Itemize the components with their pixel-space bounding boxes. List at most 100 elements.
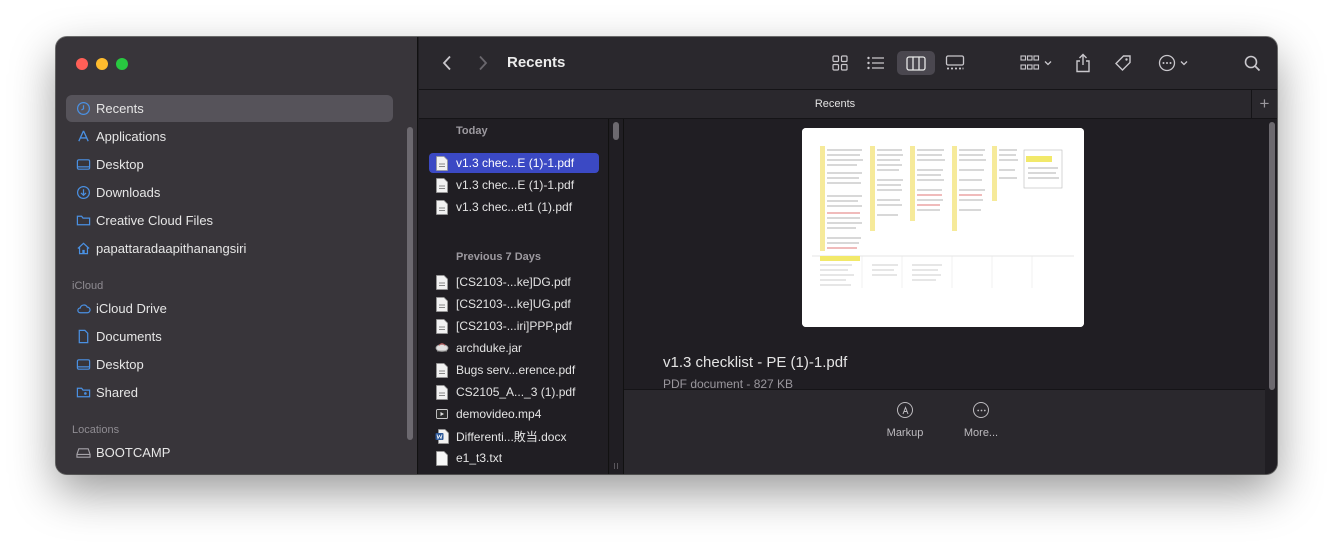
- sidebar-item-icloud-drive[interactable]: iCloud Drive: [66, 295, 393, 322]
- search-icon: [1244, 55, 1261, 72]
- action-menu-button[interactable]: [1153, 51, 1193, 75]
- list-view-button[interactable]: [862, 51, 890, 75]
- window-controls: [76, 58, 128, 70]
- preview-filename: v1.3 checklist - PE (1)-1.pdf: [663, 354, 848, 371]
- text-file-icon: [435, 450, 449, 466]
- list-icon: [867, 56, 885, 70]
- file-row[interactable]: [CS2103-...iri]PPP.pdf: [429, 316, 599, 336]
- file-name: [CS2103-...iri]PPP.pdf: [456, 319, 572, 333]
- sidebar-item-label: Downloads: [96, 185, 161, 200]
- file-name: Differenti...敗当.docx: [456, 429, 567, 444]
- sidebar-item-icloud-desktop[interactable]: Desktop: [66, 351, 393, 378]
- plus-icon: +: [1259, 94, 1270, 113]
- group-by-button[interactable]: [1015, 51, 1057, 75]
- sidebar-item-documents[interactable]: Documents: [66, 323, 393, 350]
- grid-icon: [832, 55, 848, 71]
- sidebar: Recents Applications Desktop Downloads C…: [56, 37, 418, 474]
- document-thumbnail: [802, 128, 1084, 327]
- ellipsis-circle-icon: [1158, 54, 1176, 72]
- more-icon: [973, 402, 989, 418]
- sidebar-item-downloads[interactable]: Downloads: [66, 179, 393, 206]
- close-button[interactable]: [76, 58, 88, 70]
- group-grid-icon: [1020, 55, 1040, 71]
- finder-window: Recents Applications Desktop Downloads C…: [56, 37, 1277, 474]
- sidebar-item-label: BOOTCAMP: [96, 445, 171, 460]
- file-row[interactable]: v1.3 chec...E (1)-1.pdf: [429, 153, 599, 173]
- search-button[interactable]: [1240, 51, 1264, 75]
- chevron-down-icon: [1180, 60, 1188, 66]
- file-row[interactable]: [CS2103-...ke]DG.pdf: [429, 272, 599, 292]
- sidebar-item-creative-cloud-files[interactable]: Creative Cloud Files: [66, 207, 393, 234]
- file-row[interactable]: [CS2103-...ke]UG.pdf: [429, 294, 599, 314]
- gallery-view-button[interactable]: [941, 51, 969, 75]
- tab-recents[interactable]: Recents: [419, 98, 1251, 110]
- tag-icon: [1114, 54, 1132, 72]
- download-icon: [75, 185, 91, 201]
- sidebar-item-label: Desktop: [96, 357, 144, 372]
- back-button[interactable]: [437, 51, 457, 75]
- file-row[interactable]: v1.3 chec...et1 (1).pdf: [429, 197, 599, 217]
- pdf-file-icon: [435, 177, 449, 193]
- file-row[interactable]: archduke.jar: [429, 338, 599, 358]
- preview-actions: Markup More...: [624, 390, 1265, 474]
- sidebar-section-icloud: iCloud: [72, 280, 104, 292]
- file-name: [CS2103-...ke]UG.pdf: [456, 297, 571, 311]
- clock-icon: [75, 101, 91, 117]
- file-name: v1.3 chec...E (1)-1.pdf: [456, 178, 575, 192]
- file-row[interactable]: v1.3 chec...E (1)-1.pdf: [429, 175, 599, 195]
- sidebar-item-shared[interactable]: Shared: [66, 379, 393, 406]
- sidebar-item-applications[interactable]: Applications: [66, 123, 393, 150]
- file-name: demovideo.mp4: [456, 407, 542, 421]
- window-title: Recents: [507, 54, 566, 71]
- file-row[interactable]: demovideo.mp4: [429, 404, 599, 424]
- sidebar-item-label: Documents: [96, 329, 162, 344]
- column-view-button[interactable]: [897, 51, 935, 75]
- folder-icon: [75, 213, 91, 229]
- minimize-button[interactable]: [96, 58, 108, 70]
- sidebar-item-recents[interactable]: Recents: [66, 95, 393, 122]
- pdf-file-icon: [435, 318, 449, 334]
- toolbar: Recents: [419, 37, 1277, 89]
- home-icon: [75, 241, 91, 257]
- forward-button[interactable]: [473, 51, 493, 75]
- file-row[interactable]: e1_t3.txt: [429, 448, 599, 468]
- pdf-file-icon: [435, 155, 449, 171]
- sidebar-item-desktop[interactable]: Desktop: [66, 151, 393, 178]
- shared-folder-icon: [75, 385, 91, 401]
- file-name: [CS2103-...ke]DG.pdf: [456, 275, 571, 289]
- sidebar-item-bootcamp[interactable]: BOOTCAMP: [66, 439, 393, 466]
- desktop-icon: [75, 357, 91, 373]
- sidebar-item-home[interactable]: papattaradaapithanangsiri: [66, 235, 393, 262]
- sidebar-scrollbar[interactable]: [407, 127, 413, 440]
- pdf-file-icon: [435, 362, 449, 378]
- tags-button[interactable]: [1111, 51, 1135, 75]
- preview-pane: v1.3 checklist - PE (1)-1.pdf PDF docume…: [624, 119, 1277, 474]
- icon-view-button[interactable]: [826, 51, 854, 75]
- new-tab-button[interactable]: +: [1251, 90, 1277, 118]
- drive-icon: [75, 445, 91, 461]
- share-button[interactable]: [1071, 51, 1095, 75]
- file-name: e1_t3.txt: [456, 451, 503, 465]
- more-button[interactable]: More...: [951, 402, 1011, 439]
- preview-scrollbar[interactable]: [1269, 122, 1275, 390]
- video-file-icon: [435, 406, 449, 422]
- markup-button[interactable]: Markup: [875, 402, 935, 439]
- chevron-right-icon: [478, 55, 488, 71]
- sidebar-section-locations: Locations: [72, 424, 120, 436]
- file-row[interactable]: Differenti...敗当.docx: [429, 426, 599, 446]
- file-name: v1.3 chec...E (1)-1.pdf: [456, 156, 575, 170]
- file-name: CS2105_A..._3 (1).pdf: [456, 385, 576, 399]
- file-row[interactable]: Bugs serv...erence.pdf: [429, 360, 599, 380]
- share-icon: [1075, 53, 1091, 73]
- document-icon: [75, 329, 91, 345]
- file-row[interactable]: CS2105_A..._3 (1).pdf: [429, 382, 599, 402]
- zoom-button[interactable]: [116, 58, 128, 70]
- chevron-down-icon: [1044, 60, 1052, 66]
- sidebar-item-label: iCloud Drive: [96, 301, 167, 316]
- file-column-scrollbar[interactable]: [610, 119, 624, 474]
- scroll-thumb[interactable]: [613, 122, 619, 140]
- jar-file-icon: [435, 340, 449, 356]
- sidebar-item-label: papattaradaapithanangsiri: [96, 241, 247, 256]
- section-today: Today: [456, 125, 488, 137]
- column-resize-handle[interactable]: [614, 463, 618, 469]
